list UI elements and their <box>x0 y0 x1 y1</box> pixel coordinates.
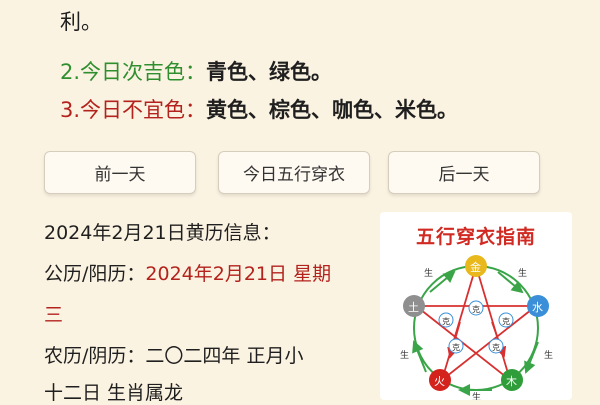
lunar-day-value: 十二日 生肖属龙 <box>44 382 184 404</box>
overcome-label: 克 <box>502 317 510 326</box>
element-label-water: 水 <box>532 301 543 314</box>
prev-day-label: 前一天 <box>94 165 146 185</box>
generate-label: 生 <box>472 391 481 400</box>
lunar-date-value: 二〇二四年 正月小 <box>145 345 304 367</box>
today-wuxing-label: 今日五行穿衣 <box>243 165 345 185</box>
unlucky-color-label: 3.今日不宜色： <box>60 98 207 122</box>
almanac-heading: 2024年2月21日黄历信息： <box>44 222 281 244</box>
advice-line-1: 利。 <box>60 6 102 36</box>
lunar-day-line: 十二日 生肖属龙 <box>44 378 183 405</box>
next-day-label: 后一天 <box>438 165 490 185</box>
overcome-label: 克 <box>442 317 450 326</box>
wuxing-diagram: 生 生 生 生 生 克 克 克 克 克 金 水 木 火 土 <box>400 255 553 400</box>
today-wuxing-button[interactable]: 今日五行穿衣 <box>218 151 370 194</box>
overcome-label: 克 <box>452 343 460 352</box>
solar-weekday-value: 三 <box>44 304 64 326</box>
generate-label: 生 <box>400 349 409 361</box>
advice-line-2: 2.今日次吉色：青色、绿色。 <box>60 56 332 86</box>
solar-weekday-line: 三 <box>44 300 63 327</box>
generate-cycle <box>413 265 539 391</box>
lunar-date-line: 农历/阴历：二〇二四年 正月小 <box>44 341 303 368</box>
solar-date-value: 2024年2月21日 星期 <box>145 263 332 285</box>
element-label-wood: 木 <box>506 375 517 388</box>
element-label-fire: 火 <box>434 375 445 388</box>
secondary-lucky-color-label: 2.今日次吉色： <box>60 60 207 84</box>
lunar-date-label: 农历/阴历： <box>44 345 146 367</box>
advice-line-3: 3.今日不宜色：黄色、棕色、咖色、米色。 <box>60 94 458 124</box>
generate-arrow <box>524 341 539 374</box>
overcome-label: 克 <box>492 343 500 352</box>
wuxing-guide-image: 五行穿衣指南 生 生 生 生 生 克 克 克 克 克 金 水 木 火 土 <box>380 212 572 400</box>
advice-line-1-text: 利。 <box>60 10 102 34</box>
generate-label: 生 <box>518 267 527 279</box>
overcome-label: 克 <box>472 305 480 314</box>
secondary-lucky-colors: 青色、绿色。 <box>206 60 333 84</box>
solar-date-label: 公历/阳历： <box>44 263 146 285</box>
unlucky-colors: 黄色、棕色、咖色、米色。 <box>206 98 459 122</box>
next-day-button[interactable]: 后一天 <box>388 151 540 194</box>
generate-label: 生 <box>544 349 553 361</box>
generate-label: 生 <box>424 267 433 279</box>
prev-day-button[interactable]: 前一天 <box>44 151 196 194</box>
element-label-top: 金 <box>470 260 481 274</box>
solar-date-line: 公历/阳历：2024年2月21日 星期 <box>44 259 331 286</box>
generate-arrow <box>412 340 427 373</box>
element-label-earth: 土 <box>408 301 419 314</box>
guide-title: 五行穿衣指南 <box>415 226 536 248</box>
